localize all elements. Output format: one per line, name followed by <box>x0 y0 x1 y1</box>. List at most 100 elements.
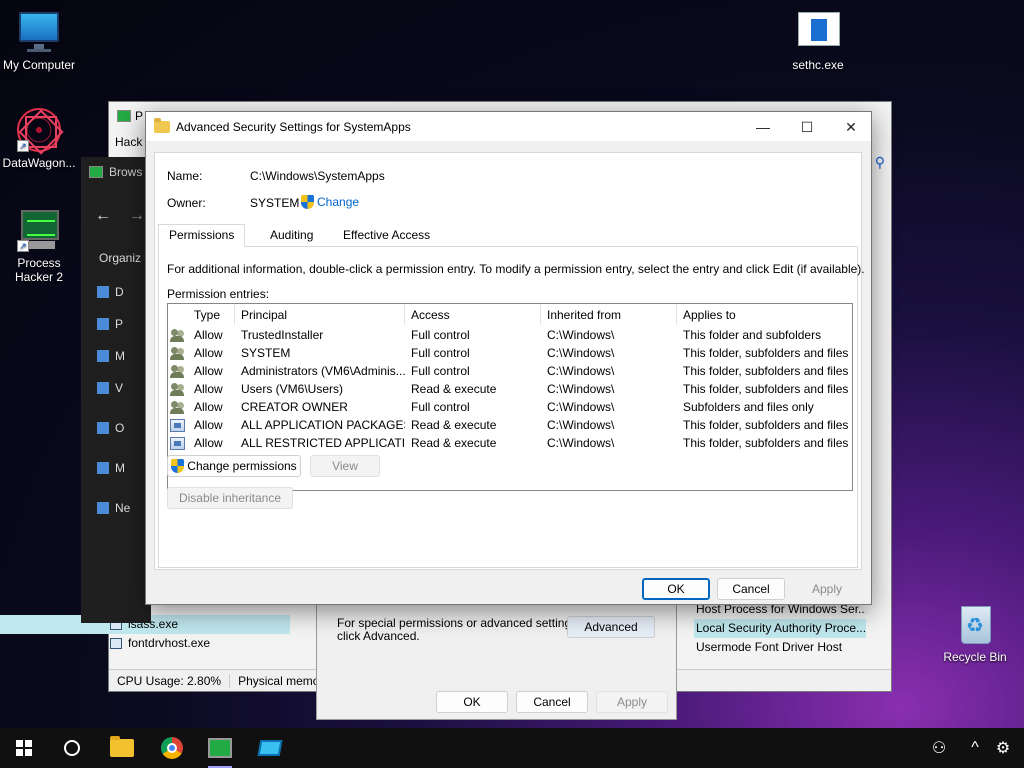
nav-item-label: M <box>115 461 125 475</box>
ok-button[interactable]: OK <box>642 578 710 600</box>
executable-icon <box>796 10 840 54</box>
advanced-button[interactable]: Advanced <box>567 616 655 638</box>
nav-item-icon <box>97 318 109 330</box>
start-button[interactable] <box>4 728 44 768</box>
desktop-icon-process-hacker[interactable]: ↗ Process Hacker 2 <box>0 208 81 284</box>
permissions-info-text: For additional information, double-click… <box>167 262 865 276</box>
nav-item-icon <box>97 286 109 298</box>
process-description[interactable]: Usermode Font Driver Host <box>694 638 866 657</box>
uac-shield-icon <box>171 459 185 473</box>
apply-button[interactable]: Apply <box>793 578 861 600</box>
tab-permissions[interactable]: Permissions <box>158 224 246 247</box>
search-icon[interactable]: ⚲ <box>875 154 885 171</box>
organize-menu[interactable]: Organiz <box>99 251 141 265</box>
owner-value: SYSTEM <box>250 196 300 210</box>
process-row[interactable]: fontdrvhost.exe <box>0 634 290 653</box>
desktop-icon-recycle-bin[interactable]: Recycle Bin <box>933 602 1017 664</box>
entry-principal: Administrators (VM6\Adminis... <box>241 364 405 378</box>
entry-type: Allow <box>194 328 223 342</box>
app-icon <box>257 740 283 756</box>
desktop-icon-label: My Computer <box>2 58 76 72</box>
props-cancel-button[interactable]: Cancel <box>516 691 588 713</box>
entry-type: Allow <box>194 346 223 360</box>
change-owner-label[interactable]: Change <box>317 195 359 209</box>
taskbar-chrome[interactable] <box>152 728 192 768</box>
column-header-principal[interactable]: Principal <box>235 304 405 325</box>
permission-entry-row[interactable]: Allow ALL RESTRICTED APPLICATIO... Read & … <box>168 434 852 452</box>
entry-access: Full control <box>411 328 470 342</box>
entry-principal: ALL APPLICATION PACKAGES <box>241 418 405 432</box>
nav-pane-item[interactable]: M <box>97 461 125 475</box>
entry-applies-to: This folder, subfolders and files <box>683 436 849 450</box>
people-icon[interactable]: ⚇ <box>924 728 954 768</box>
back-arrow-icon[interactable]: ← <box>95 207 111 225</box>
nav-item-label: Ne <box>115 501 131 515</box>
entry-rows: Allow TrustedInstaller Full control C:\Wind… <box>168 326 852 452</box>
entry-applies-to: This folder and subfolders <box>683 328 822 342</box>
entry-inherited-from: C:\Windows\ <box>547 400 615 414</box>
nav-item-icon <box>97 350 109 362</box>
nav-pane-item[interactable]: V <box>97 381 123 395</box>
users-icon <box>170 364 186 378</box>
browse-title: Brows <box>109 165 143 179</box>
change-permissions-button[interactable]: Change permissions <box>167 455 301 477</box>
nav-pane-item[interactable]: Ne <box>97 501 130 515</box>
disable-inheritance-button[interactable]: Disable inheritance <box>167 487 293 509</box>
desktop-icon-sethc[interactable]: sethc.exe <box>776 10 860 72</box>
nav-pane-item[interactable]: M <box>97 349 125 363</box>
permissions-tab-pane: For additional information, double-click… <box>158 246 865 568</box>
permission-entry-row[interactable]: Allow ALL APPLICATION PACKAGES Read & exec… <box>168 416 852 434</box>
nav-pane-item[interactable]: D <box>97 285 124 299</box>
menu-hacker[interactable]: Hack <box>115 135 142 149</box>
process-description[interactable]: Local Security Authority Proce... <box>694 619 866 638</box>
column-header-applies-to[interactable]: Applies to <box>677 304 852 325</box>
nav-pane-item[interactable]: O <box>97 421 124 435</box>
name-label: Name: <box>167 169 203 183</box>
column-header-access[interactable]: Access <box>405 304 541 325</box>
process-name: fontdrvhost.exe <box>128 636 211 650</box>
properties-dialog: For special permissions or advanced sett… <box>316 595 677 720</box>
change-owner-link[interactable]: Change <box>301 195 359 209</box>
search-button[interactable] <box>52 728 92 768</box>
entry-type: Allow <box>194 436 223 450</box>
tab-auditing[interactable]: Auditing <box>259 224 324 246</box>
desktop-icon-my-computer[interactable]: My Computer <box>0 10 81 72</box>
taskbar-app[interactable] <box>250 728 290 768</box>
props-ok-button[interactable]: OK <box>436 691 508 713</box>
recycle-bin-icon <box>953 602 997 646</box>
desktop-icon-datawagon[interactable]: ↗ DataWagon... <box>0 108 81 170</box>
tab-effective-access[interactable]: Effective Access <box>332 224 441 246</box>
props-apply-button[interactable]: Apply <box>596 691 668 713</box>
taskbar-process-hacker[interactable] <box>200 728 240 768</box>
permission-entry-row[interactable]: Allow SYSTEM Full control C:\Windows\ This f… <box>168 344 852 362</box>
settings-gear-icon[interactable]: ⚙ <box>988 728 1018 768</box>
entry-access: Full control <box>411 346 470 360</box>
forward-arrow-icon[interactable]: → <box>129 207 145 225</box>
nav-item-icon <box>97 502 109 514</box>
browse-titlebar: Brows <box>81 157 151 187</box>
info-line: click Advanced. <box>337 629 420 643</box>
app-icon <box>117 110 131 122</box>
chevron-up-icon[interactable]: ^ <box>960 728 990 768</box>
cancel-button[interactable]: Cancel <box>717 578 785 600</box>
permission-entry-row[interactable]: Allow CREATOR OWNER Full control C:\Windows… <box>168 398 852 416</box>
permission-entry-row[interactable]: Allow Administrators (VM6\Adminis... Full … <box>168 362 852 380</box>
column-header-type[interactable]: Type <box>188 304 235 325</box>
desktop-icon-label: sethc.exe <box>792 58 844 72</box>
maximize-button[interactable]: ☐ <box>785 112 829 142</box>
close-button[interactable]: ✕ <box>829 112 873 142</box>
entry-principal: CREATOR OWNER <box>241 400 348 414</box>
name-value[interactable]: C:\Windows\SystemApps <box>250 169 385 183</box>
nav-item-icon <box>97 422 109 434</box>
taskbar-file-explorer[interactable] <box>102 728 142 768</box>
advanced-security-dialog: Advanced Security Settings for SystemApp… <box>145 111 872 605</box>
column-header-inherited-from[interactable]: Inherited from <box>541 304 677 325</box>
permission-entry-row[interactable]: Allow TrustedInstaller Full control C:\Wind… <box>168 326 852 344</box>
desktop-icon-label: DataWagon... <box>2 156 76 170</box>
browse-window: Brows ← → Organiz D P M V O M Ne <box>81 157 151 623</box>
permission-entry-row[interactable]: Allow Users (VM6\Users) Read & execute C:\W… <box>168 380 852 398</box>
view-button[interactable]: View <box>310 455 380 477</box>
windows-logo-icon <box>16 740 32 756</box>
nav-pane-item[interactable]: P <box>97 317 123 331</box>
minimize-button[interactable]: — <box>741 112 785 142</box>
